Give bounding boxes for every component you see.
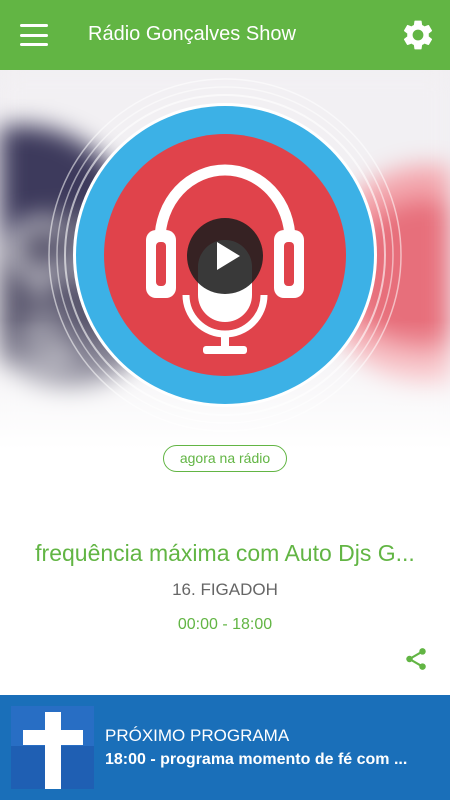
play-icon [217,242,240,270]
current-show-title: frequência máxima com Auto Djs G... [35,540,415,566]
next-program-thumbnail [11,706,94,789]
app-bar: Rádio Gonçalves Show [0,0,450,70]
next-program-title: 18:00 - programa momento de fé com ... [105,751,408,768]
show-time: 00:00 - 18:00 [177,616,273,633]
play-button[interactable] [187,218,263,294]
current-track: 16. FIGADOH [172,580,278,599]
app-title: Rádio Gonçalves Show [88,23,296,45]
gear-icon[interactable] [400,17,436,53]
station-artwork: ÇA S [0,70,450,450]
next-program-bar[interactable]: PRÓXIMO PROGRAMA 18:00 - programa moment… [0,695,450,800]
cross-icon [11,706,94,789]
now-on-air-badge: agora na rádio [163,445,287,472]
hamburger-menu-icon[interactable] [20,24,48,46]
share-icon[interactable] [403,646,429,672]
next-program-label: PRÓXIMO PROGRAMA [105,726,290,745]
